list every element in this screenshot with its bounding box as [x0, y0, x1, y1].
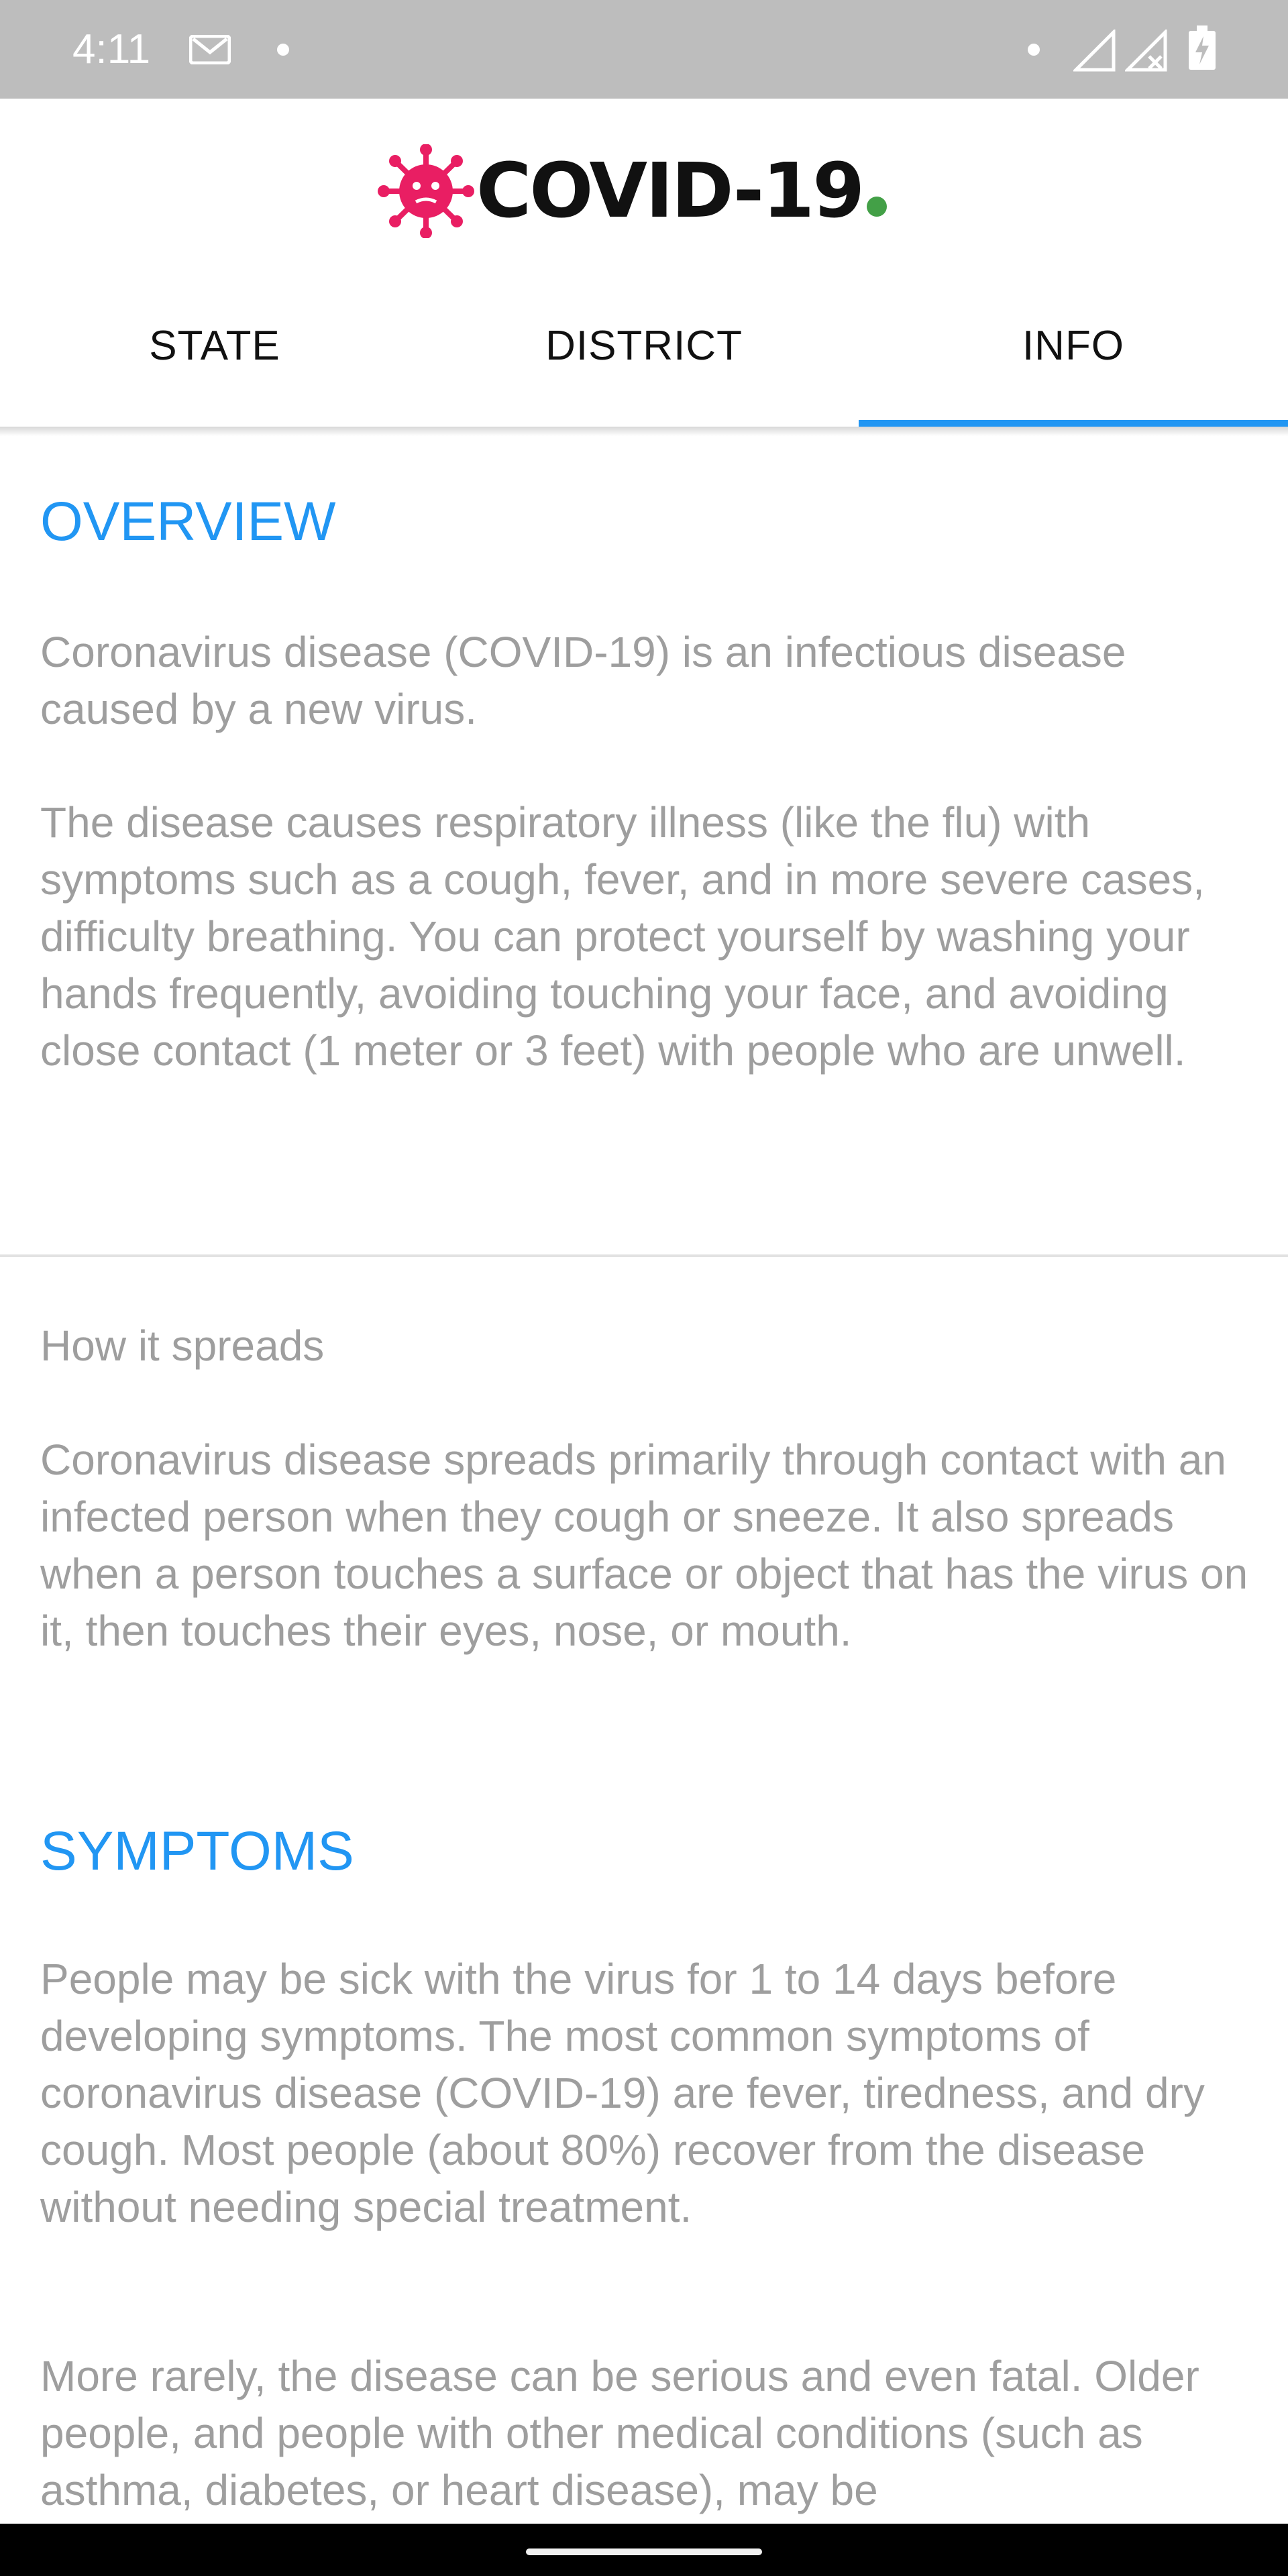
- no-signal-icon: [1125, 30, 1167, 72]
- overview-title: OVERVIEW: [40, 491, 336, 552]
- symptoms-title: SYMPTOMS: [40, 1821, 354, 1882]
- app-logo: COVID-19: [376, 144, 912, 238]
- notification-dot-icon: [1028, 44, 1040, 56]
- system-nav-bar: [0, 2524, 1288, 2576]
- mail-icon: [189, 35, 231, 64]
- battery-charging-icon: [1189, 25, 1216, 70]
- app-title: COVID-19: [476, 151, 888, 231]
- notification-dot-icon: [277, 44, 289, 56]
- tab-bar: STATE DISTRICT INFO: [0, 265, 1288, 426]
- section-divider: [0, 1254, 1288, 1257]
- symptoms-paragraph-2: More rarely, the disease can be serious …: [40, 2352, 1199, 2514]
- overview-paragraph-1: Coronavirus disease (COVID-19) is an inf…: [40, 628, 1126, 733]
- status-bar: 4:11: [0, 0, 1288, 99]
- tab-state[interactable]: STATE: [0, 265, 429, 426]
- active-tab-indicator: [859, 420, 1288, 427]
- home-gesture-handle[interactable]: [526, 2548, 762, 2555]
- spread-heading: How it spreads: [40, 1322, 325, 1370]
- virus-icon: [378, 144, 474, 238]
- overview-paragraph-2: The disease causes respiratory illness (…: [40, 798, 1205, 1075]
- status-time: 4:11: [72, 26, 151, 72]
- tab-bar-shadow: [0, 427, 1288, 436]
- spread-paragraph: Coronavirus disease spreads primarily th…: [40, 1436, 1248, 1655]
- tab-district[interactable]: DISTRICT: [429, 265, 859, 426]
- tab-info[interactable]: INFO: [859, 265, 1288, 426]
- signal-icon: [1073, 30, 1116, 72]
- logo-dot: [867, 197, 888, 217]
- symptoms-paragraph-1: People may be sick with the virus for 1 …: [40, 1955, 1205, 2231]
